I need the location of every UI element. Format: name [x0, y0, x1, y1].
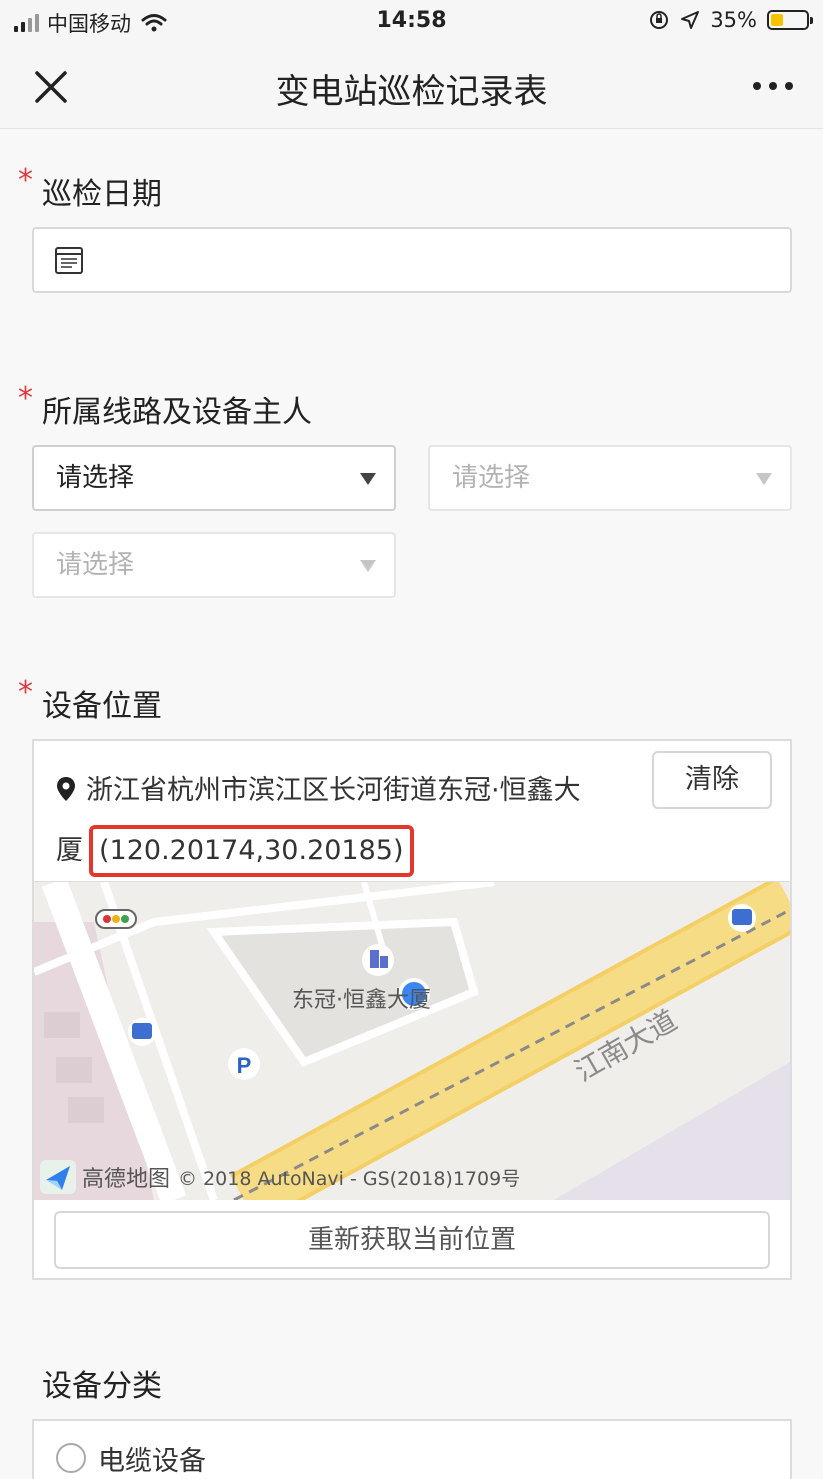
more-icon[interactable] — [753, 82, 793, 90]
relocate-button[interactable]: 重新获取当前位置 — [54, 1211, 770, 1269]
category-field-label: 设备分类 — [42, 1369, 162, 1404]
parking-icon: P — [237, 1053, 252, 1078]
map-attribution: 高德地图 © 2018 AutoNavi - GS(2018)1709号 — [40, 1160, 520, 1194]
line-select[interactable]: 请选择 — [32, 445, 396, 511]
category-option-label[interactable]: 电缆设备 — [98, 1439, 206, 1478]
battery-icon — [767, 10, 813, 30]
coordinates-text: (120.20174,30.20185) — [89, 825, 414, 877]
orientation-lock-icon — [650, 11, 669, 29]
nav-bar: 变电站巡检记录表 — [0, 44, 823, 129]
status-bar: 中国移动 14:58 35% — [0, 0, 823, 44]
category-options: 电缆设备 — [32, 1419, 792, 1479]
category-radio[interactable] — [56, 1443, 86, 1473]
equipment-select[interactable]: 请选择 — [32, 532, 396, 598]
amap-logo-icon — [40, 1160, 76, 1194]
owner-select[interactable]: 请选择 — [428, 445, 792, 511]
calendar-icon — [55, 247, 83, 274]
location-pin-icon — [57, 777, 75, 801]
required-mark: * — [18, 381, 33, 416]
clear-button[interactable]: 清除 — [652, 751, 772, 809]
date-input[interactable] — [32, 227, 792, 293]
date-field-label: * 巡检日期 — [18, 163, 162, 212]
form-content: * 巡检日期 * 所属线路及设备主人 请选择 请选择 请选择 * 设备位置 浙江… — [0, 129, 823, 1479]
page-title: 变电站巡检记录表 — [275, 72, 548, 112]
chevron-down-icon — [756, 473, 772, 485]
required-mark: * — [18, 675, 33, 710]
address-text: 浙江省杭州市滨江区长河街道东冠·恒鑫大 厦 (120.20174,30.20185… — [56, 761, 636, 881]
location-card: 浙江省杭州市滨江区长河街道东冠·恒鑫大 厦 (120.20174,30.20185… — [32, 739, 792, 1280]
poi-label: 东冠·恒鑫大厦 — [292, 988, 431, 1013]
required-mark: * — [18, 163, 33, 198]
chevron-down-icon — [360, 560, 376, 572]
map-view[interactable]: P 江南大道 东冠·恒鑫大厦 高德地图 © 2018 AutoNavi - GS… — [34, 881, 790, 1200]
location-arrow-icon — [681, 11, 700, 29]
chevron-down-icon — [360, 473, 376, 485]
location-field-label: * 设备位置 — [18, 675, 162, 724]
owner-field-label: * 所属线路及设备主人 — [18, 381, 312, 430]
battery-percent: 35% — [710, 8, 757, 32]
